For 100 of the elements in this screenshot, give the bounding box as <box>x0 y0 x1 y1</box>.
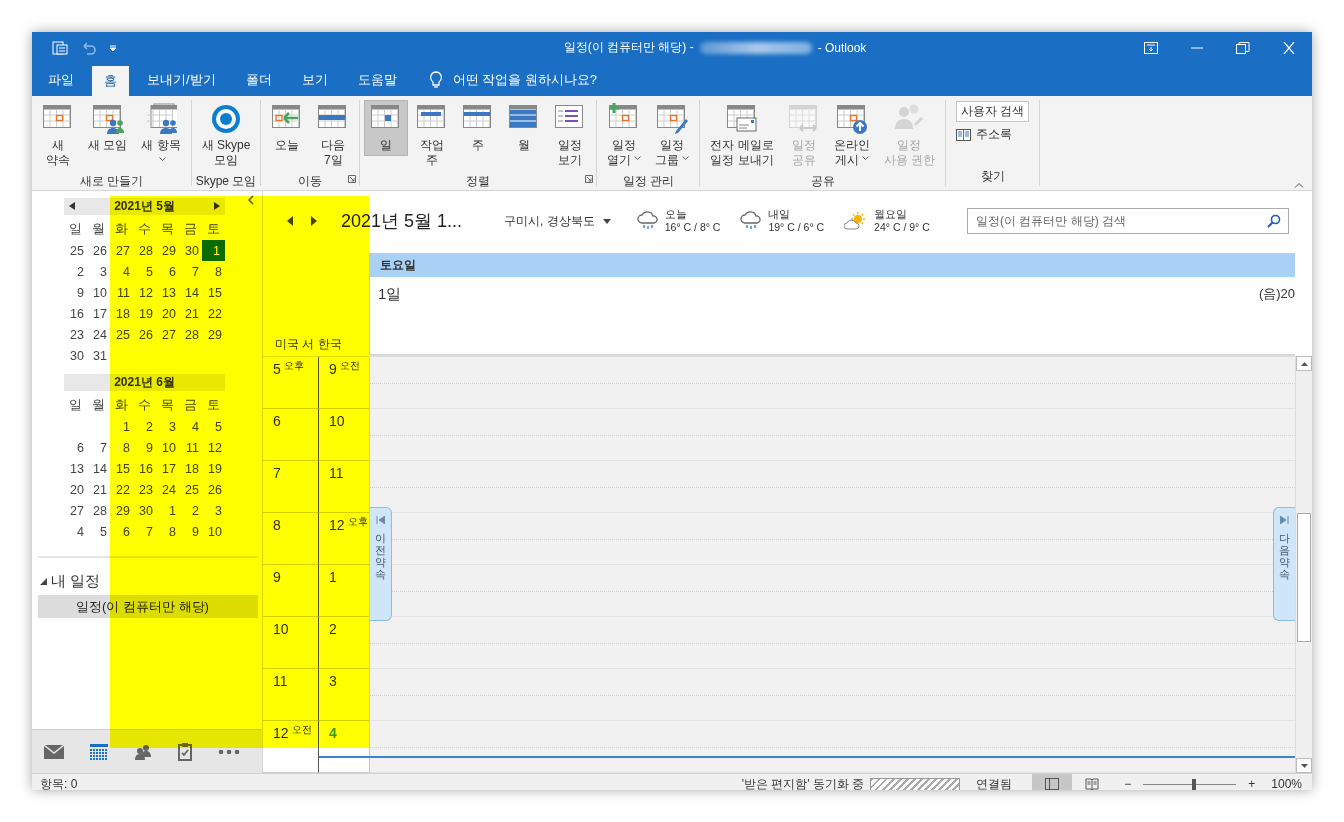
next-appointment-button[interactable]: 다음 약속 <box>1273 507 1295 621</box>
calendar-day[interactable]: 14 <box>87 458 110 479</box>
ribbon-button[interactable]: 일정 열기 <box>601 100 648 171</box>
weather-day: 내일 <box>768 208 825 221</box>
calendar-people-icon <box>145 103 177 135</box>
close-icon[interactable] <box>1282 41 1296 54</box>
ribbon-button[interactable]: 온라인 게시 <box>827 100 876 171</box>
weekday-label: 금 <box>183 397 198 414</box>
calendar-people-icon <box>91 103 124 135</box>
hour-label: 11 <box>273 673 288 689</box>
calendar-day[interactable]: 5 <box>87 521 110 542</box>
ribbon-button[interactable]: 주 <box>456 100 501 156</box>
ribbon-tab[interactable]: 폴더 <box>233 63 284 96</box>
scroll-down-button[interactable] <box>1296 758 1312 773</box>
weekday-label: 금 <box>183 221 198 238</box>
tell-me-field[interactable]: 어떤 작업을 원하시나요? <box>450 71 635 88</box>
zoom-in-button[interactable]: + <box>1248 777 1256 790</box>
ribbon-tab[interactable]: 파일 <box>36 63 86 96</box>
ribbon-button[interactable]: 새 Skype 모임 <box>195 100 257 171</box>
customize-caret-icon[interactable] <box>108 42 118 53</box>
ribbon-button[interactable]: 오늘 <box>265 100 310 156</box>
scroll-down-icon <box>1300 763 1308 768</box>
ribbon-button[interactable]: 일정 그룹 <box>649 100 696 171</box>
calendar-day[interactable]: 24 <box>87 324 110 345</box>
scroll-up-button[interactable] <box>1296 356 1312 371</box>
weekday-label: 목 <box>160 221 175 238</box>
calendar-day[interactable]: 27 <box>64 500 87 521</box>
calendar-day[interactable]: 28 <box>87 500 110 521</box>
calendar-day[interactable]: 2 <box>64 261 87 282</box>
ribbon-button[interactable]: 전자 메일로 일정 보내기 <box>704 100 780 171</box>
calendar-day[interactable]: 25 <box>64 240 87 261</box>
calendar-day[interactable]: 10 <box>87 282 110 303</box>
hour-label: 12 <box>329 517 345 533</box>
ribbon-tab[interactable]: 홈 <box>92 66 129 96</box>
calendar-day[interactable]: 7 <box>87 437 110 458</box>
group-label: 일정 관리 <box>621 173 676 190</box>
previous-appointment-button[interactable]: 이전 약속 <box>370 507 392 621</box>
search-icon[interactable] <box>1267 214 1281 228</box>
time-zone-label: 미국 서 <box>275 336 315 353</box>
next-arrow-icon <box>1280 516 1289 524</box>
ribbon-tab[interactable]: 보기 <box>289 63 340 96</box>
hour-label: 10 <box>273 621 289 637</box>
zoom-slider-thumb[interactable] <box>1191 778 1196 790</box>
expanded-triangle-icon[interactable] <box>40 578 47 585</box>
dialog-launcher-icon[interactable] <box>348 175 357 183</box>
dropdown-caret-icon <box>602 218 611 224</box>
time-zone-label: 한국 <box>318 336 343 353</box>
am-pm-label: 오전 <box>339 361 360 371</box>
hour-label: 10 <box>329 413 345 429</box>
calendar-day[interactable]: 17 <box>87 303 110 324</box>
group-label: Skype 모임 <box>195 173 257 190</box>
ribbon-button[interactable]: 새 약속 <box>36 100 80 171</box>
calendar-day[interactable]: 21 <box>87 479 110 500</box>
calendar-day[interactable]: 26 <box>87 240 110 261</box>
ribbon-button[interactable]: 새 모임 <box>82 100 134 156</box>
previous-arrow-icon <box>376 516 385 524</box>
weekday-label: 일 <box>68 221 83 238</box>
calendar-day[interactable]: 16 <box>64 303 87 324</box>
zoom-out-button[interactable]: − <box>1124 777 1132 790</box>
calendar-day[interactable]: 20 <box>64 479 87 500</box>
previous-month-icon[interactable] <box>69 202 75 210</box>
ribbon-tab[interactable]: 보내기/받기 <box>135 63 228 96</box>
window-title: 일정(이 컴퓨터만 해당) - <box>563 39 694 56</box>
hour-label: 3 <box>329 673 337 689</box>
ribbon-button[interactable]: 일 <box>364 100 409 156</box>
hour-label: 2 <box>329 621 337 637</box>
ribbon-button[interactable]: 월 <box>502 100 547 156</box>
lunar-date: (음)20 <box>1258 285 1295 303</box>
ribbon-button[interactable]: 작업 주 <box>410 100 455 171</box>
mail-icon[interactable] <box>44 743 64 760</box>
restore-icon[interactable] <box>1236 41 1250 54</box>
hour-label: 6 <box>273 413 281 429</box>
calendar-day[interactable]: 30 <box>64 345 87 366</box>
normal-view-icon <box>1045 778 1060 790</box>
ribbon-button[interactable]: 일정 보기 <box>548 100 593 171</box>
calendar-day[interactable]: 23 <box>64 324 87 345</box>
ribbon-button[interactable]: 새 항목 <box>135 100 187 168</box>
dialog-launcher-icon[interactable] <box>585 175 594 183</box>
ribbon-display-icon[interactable] <box>1144 41 1158 54</box>
calendar-day[interactable]: 4 <box>64 521 87 542</box>
calendar-day[interactable]: 9 <box>64 282 87 303</box>
address-book-button[interactable]: 주소록 <box>956 126 1030 143</box>
calendar-day[interactable]: 3 <box>87 261 110 282</box>
scroll-thumb[interactable] <box>1297 513 1311 642</box>
search-people-field[interactable]: 사용자 검색 <box>956 101 1030 122</box>
more-icon[interactable] <box>218 748 240 755</box>
search-field[interactable]: 일정(이 컴퓨터만 해당) 검색 <box>967 208 1289 234</box>
calendar-day[interactable]: 31 <box>87 345 110 366</box>
calendar-icon[interactable] <box>90 743 108 760</box>
view-button[interactable] <box>1032 774 1073 790</box>
zoom-level: 100% <box>1271 777 1302 790</box>
temperature-range: 19° C / 6° C <box>768 221 825 234</box>
group-label: 정렬 <box>465 173 492 190</box>
calendar-day[interactable]: 13 <box>64 458 87 479</box>
location-dropdown[interactable]: 구미시, 경상북도 <box>504 212 611 230</box>
ribbon-button[interactable]: 다음 7일 <box>311 100 356 171</box>
calendar-day[interactable]: 6 <box>64 437 87 458</box>
ribbon-tab[interactable]: 도움말 <box>345 63 409 96</box>
weekday-label: 화 <box>114 397 129 414</box>
weekday-label: 목 <box>160 397 175 414</box>
